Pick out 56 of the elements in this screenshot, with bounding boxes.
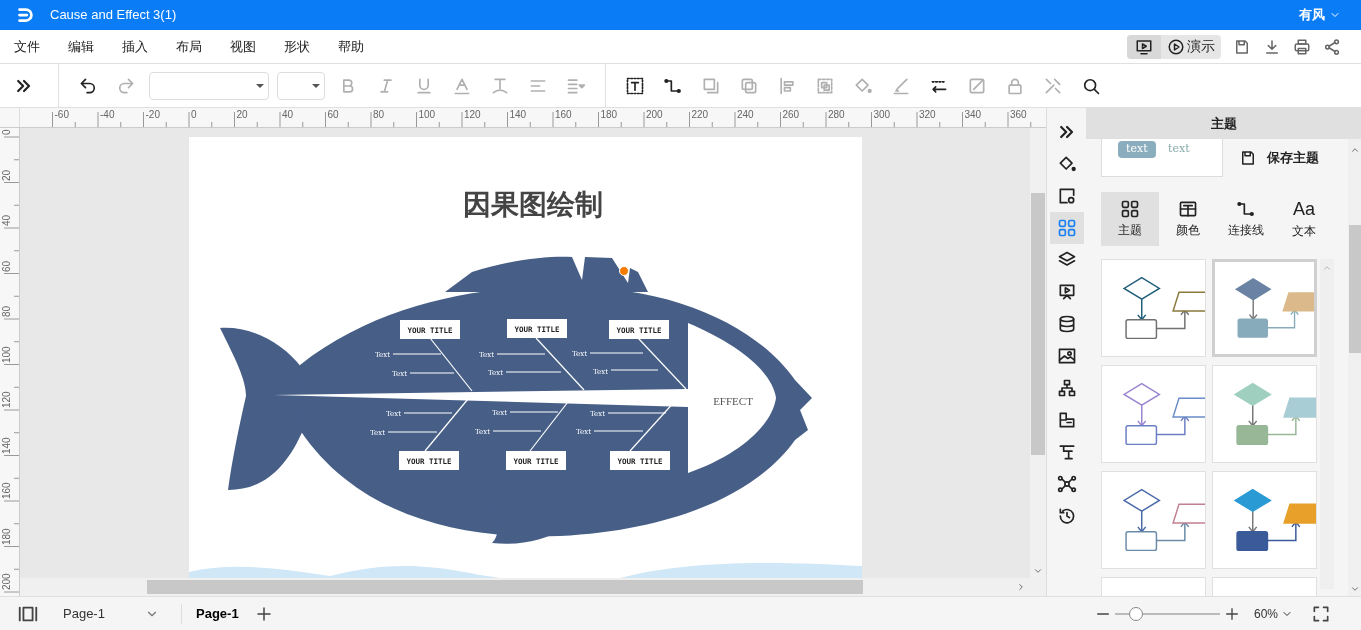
menu-item[interactable]: 形状 [284,36,310,57]
ruler-label: 160 [555,110,572,120]
ruler-label: 100 [418,110,436,120]
ruler-label: 120 [2,391,12,408]
ruler-label: 20 [236,110,248,120]
ruler-label: -20 [145,110,160,120]
panel-tab[interactable]: Aa 文本 [1275,192,1333,246]
ruler-label: 200 [2,573,12,590]
ruler-label: 360 [1010,110,1027,120]
ruler-label: 0 [191,110,197,120]
ruler-label: 180 [600,110,618,120]
ruler-label: 100 [2,345,12,363]
menu-item[interactable]: 文件 [14,36,40,57]
ruler-label: 120 [464,110,481,120]
ruler-label: 80 [2,305,12,317]
preview-node: text [1118,141,1156,158]
diagram-title: 因果图绘制 [463,188,603,221]
panel-title: 主题 [1210,114,1237,133]
menu-item[interactable]: 帮助 [338,36,364,57]
ruler-label: 60 [327,110,339,120]
ruler-label: 340 [964,110,982,120]
ruler-label: 300 [873,110,891,120]
menu-item[interactable]: 布局 [176,36,202,57]
panel-tab[interactable]: 颜色 [1159,192,1217,246]
save-theme-button[interactable]: 保存主题 [1239,148,1319,168]
ruler-label: 40 [282,110,294,120]
ruler-label: 260 [782,110,800,120]
ruler-label: 60 [2,260,12,272]
ruler-label: 180 [2,527,12,545]
menu-item[interactable]: 编辑 [68,36,94,57]
ruler-label: 40 [2,214,12,226]
ruler-label: 320 [919,110,936,120]
page-tab[interactable]: Page-1 [196,603,239,624]
ruler-label: 140 [509,110,527,120]
ruler-label: 80 [373,110,385,120]
ruler-label: 200 [646,110,663,120]
window-title: Cause and Effect 3(1) [50,6,177,25]
menu-item[interactable]: 视图 [230,36,256,57]
ruler-label: 240 [737,110,754,120]
page-select[interactable]: Page-1 [63,603,159,624]
effect-label: EFFECT [713,395,753,407]
ruler-label: -60 [54,110,69,120]
panel-tab[interactable]: 主题 [1101,192,1159,246]
zoom-select[interactable]: 60% [1253,604,1293,623]
panel-tab[interactable]: 连接线 [1217,192,1275,246]
menu-item[interactable]: 插入 [122,36,148,57]
ruler-label: -40 [100,110,115,120]
user-name[interactable]: 有风 [1299,5,1325,25]
preview-label: text [1168,141,1190,157]
font-icon: Aa [1293,198,1315,220]
ruler-label: 20 [2,169,12,181]
ruler-label: 140 [2,436,12,454]
ruler-label: 280 [828,110,845,120]
ruler-label: 0 [2,129,12,135]
ruler-label: 160 [2,482,12,499]
ruler-label: 220 [691,110,709,120]
